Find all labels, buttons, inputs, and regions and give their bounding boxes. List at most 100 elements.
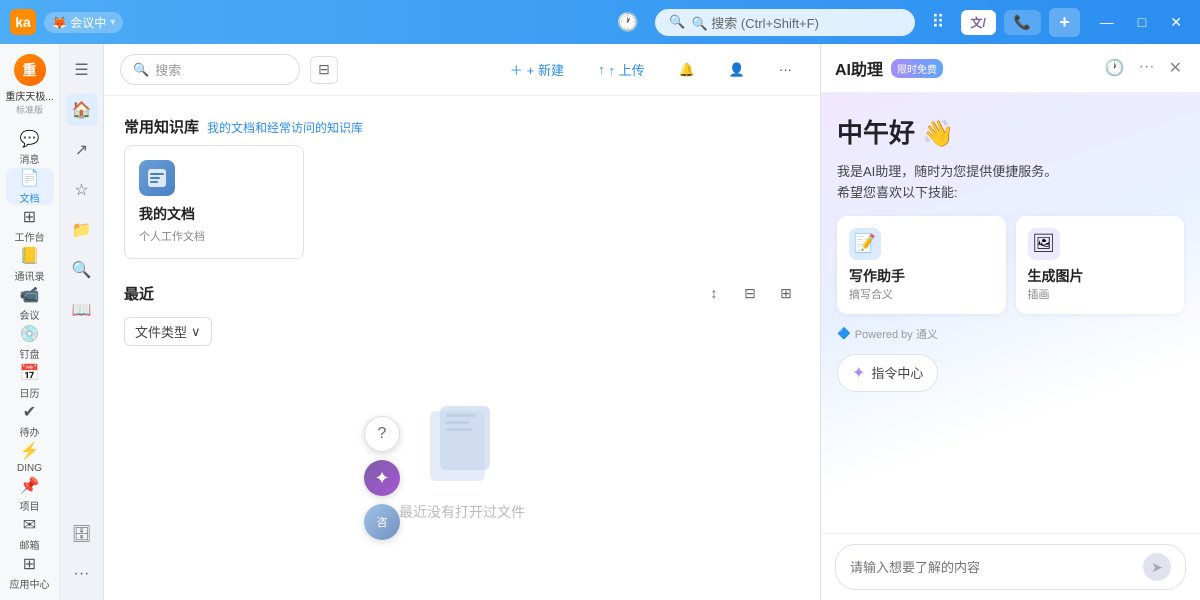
writing-skill-sub: 摘写合义 (849, 286, 994, 302)
minimize-button[interactable]: — (1092, 12, 1122, 33)
image-skill-sub: 插画 (1028, 286, 1173, 302)
sidebar-item-appcenter[interactable]: ⊞ 应用中心 (6, 554, 54, 591)
ai-skill-writing[interactable]: 📝 写作助手 摘写合义 (837, 216, 1006, 314)
ai-description: 我是AI助理，随时为您提供便捷服务。 希望您喜欢以下技能: (837, 162, 1184, 204)
icon-share[interactable]: ↗ (66, 134, 98, 166)
sidebar-item-calendar[interactable]: 📅 日历 (6, 363, 54, 400)
sidebar-item-projects[interactable]: 📌 项目 (6, 476, 54, 513)
icon-star[interactable]: ☆ (66, 174, 98, 206)
avatar: 重 (14, 54, 46, 86)
more-options-button[interactable]: ··· (767, 56, 804, 83)
sidebar-item-ding[interactable]: ⚡ DING (6, 441, 54, 474)
empty-text: 最近没有打开过文件 (399, 502, 525, 522)
ai-panel-header: AI助理 限时免费 🕐 ··· ✕ (821, 44, 1200, 93)
ding-icon: ⚡ (20, 441, 40, 461)
sidebar-item-drive[interactable]: 💿 钉盘 (6, 324, 54, 361)
ai-greeting: 中午好 👋 (837, 113, 1184, 150)
doc-search-bar[interactable]: 🔍 搜索 (120, 54, 300, 85)
more-icon: ··· (779, 62, 792, 77)
icon-scan[interactable]: 🔍 (66, 254, 98, 286)
projects-icon: 📌 (20, 476, 40, 496)
sidebar-item-email[interactable]: ✉ 邮箱 (6, 515, 54, 552)
icon-menu[interactable]: ☰ (66, 54, 98, 86)
sidebar-item-workspace[interactable]: ⊞ 工作台 (6, 207, 54, 244)
ai-more-button[interactable]: ··· (1135, 56, 1159, 80)
calendar-icon: 📅 (20, 363, 40, 383)
todo-icon: ✔ (23, 402, 36, 422)
sidebar-item-todo[interactable]: ✔ 待办 (6, 402, 54, 439)
ai-fab-button[interactable]: ✦ (364, 460, 400, 496)
left-sidebar: 重 重庆天极... 标准版 💬 消息 📄 文档 ⊞ 工作台 📒 通讯录 📹 会议… (0, 44, 60, 600)
ai-panel-title: AI助理 (835, 56, 883, 80)
file-type-filter[interactable]: 文件类型 ∨ (124, 317, 212, 346)
ai-history-button[interactable]: 🕐 (1101, 56, 1129, 80)
help-fab-button[interactable]: ? (364, 416, 400, 452)
ai-panel: AI助理 限时免费 🕐 ··· ✕ 中午好 👋 我是AI助理，随时为您提供便捷服… (820, 44, 1200, 600)
drive-icon: 💿 (20, 324, 40, 344)
writing-skill-name: 写作助手 (849, 266, 994, 286)
ai-close-button[interactable]: ✕ (1165, 56, 1186, 80)
icon-folder[interactable]: 📁 (66, 214, 98, 246)
sidebar-item-meetings[interactable]: 📹 会议 (6, 285, 54, 322)
meeting-badge: 🦊 会议中 ▾ (44, 12, 123, 33)
maximize-button[interactable]: □ (1130, 12, 1154, 33)
ai-mode-button[interactable]: 文/ (961, 10, 996, 35)
close-button[interactable]: ✕ (1162, 12, 1190, 33)
appcenter-icon: ⊞ (23, 554, 36, 574)
sidebar-item-docs[interactable]: 📄 文档 (6, 168, 54, 205)
history-button[interactable]: 🕐 (609, 8, 647, 37)
icon-archive[interactable]: 🗄 (66, 518, 98, 550)
icon-home[interactable]: 🏠 (66, 94, 98, 126)
todo-label: 待办 (20, 424, 40, 439)
user-button[interactable]: 👤 (717, 56, 757, 84)
contacts-label: 通讯录 (15, 268, 45, 283)
icon-book[interactable]: 📖 (66, 294, 98, 326)
sort-button[interactable]: ↕ (700, 279, 728, 307)
support-fab-button[interactable]: 咨 (364, 504, 400, 540)
ai-input-field[interactable] (850, 560, 1135, 575)
notification-button[interactable]: 🔔 (667, 56, 707, 84)
command-center-button[interactable]: ✦ 指令中心 (837, 354, 938, 392)
doc-toolbar: 🔍 搜索 ⊟ ＋ + 新建 ↑ ↑ 上传 🔔 👤 ··· (104, 44, 820, 96)
image-skill-name: 生成图片 (1028, 266, 1173, 286)
recent-header: 最近 ↕ ⊟ ⊞ (124, 279, 800, 307)
ai-send-button[interactable]: ➤ (1143, 553, 1171, 581)
grid-view-button[interactable]: ⊞ (772, 279, 800, 307)
common-section-subtitle: 我的文档和经常访问的知识库 (207, 119, 363, 136)
icon-ellipsis[interactable]: ··· (66, 558, 98, 590)
ai-skill-image[interactable]: 🖼 生成图片 插画 (1016, 216, 1185, 314)
ding-label: DING (17, 463, 42, 474)
call-button[interactable]: 📞 (1004, 10, 1041, 35)
user-icon: 👤 (729, 62, 745, 78)
send-icon: ➤ (1151, 559, 1163, 576)
email-icon: ✉ (23, 515, 36, 535)
plus-button[interactable]: + (1049, 8, 1080, 37)
image-gen-icon: 🖼 (1028, 228, 1060, 260)
powered-by-label: 🔷 Powered by 通义 (837, 326, 1184, 342)
sidebar-item-messages[interactable]: 💬 消息 (6, 129, 54, 166)
doc-filter-button[interactable]: ⊟ (310, 56, 338, 84)
new-icon: ＋ (510, 60, 523, 79)
grid-button[interactable]: ⠿ (923, 8, 952, 37)
doc-search-placeholder: 搜索 (155, 60, 181, 79)
global-search-bar[interactable]: 🔍 🔍 搜索 (Ctrl+Shift+F) (655, 9, 915, 36)
sidebar-more-button[interactable]: ··· (21, 592, 39, 600)
empty-state: 最近没有打开过文件 (124, 366, 800, 562)
username-label: 重庆天极... (5, 88, 53, 103)
help-icon: ? (378, 425, 387, 443)
filter-button[interactable]: ⊟ (736, 279, 764, 307)
doc-content: 常用知识库 我的文档和经常访问的知识库 我的文档 个人工作文档 (104, 96, 820, 600)
icon-sidebar: ☰ 🏠 ↗ ☆ 📁 🔍 📖 🗄 ··· (60, 44, 104, 600)
user-profile[interactable]: 重 重庆天极... 标准版 (5, 54, 53, 116)
new-document-button[interactable]: ＋ + 新建 (498, 54, 576, 85)
main-content: 重 重庆天极... 标准版 💬 消息 📄 文档 ⊞ 工作台 📒 通讯录 📹 会议… (0, 44, 1200, 600)
notification-icon: 🔔 (679, 62, 695, 78)
messages-label: 消息 (20, 151, 40, 166)
meetings-icon: 📹 (20, 285, 40, 305)
my-docs-card[interactable]: 我的文档 个人工作文档 (124, 145, 304, 259)
email-label: 邮箱 (20, 537, 40, 552)
ai-fab-icon: ✦ (374, 468, 389, 489)
sidebar-item-contacts[interactable]: 📒 通讯录 (6, 246, 54, 283)
upload-button[interactable]: ↑ ↑ 上传 (586, 54, 657, 85)
drive-label: 钉盘 (20, 346, 40, 361)
